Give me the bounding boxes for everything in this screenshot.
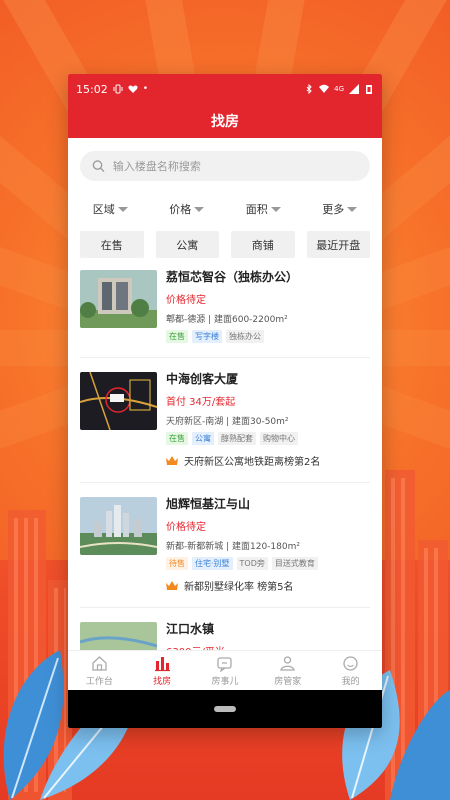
bluetooth-icon <box>306 84 312 94</box>
tab-find-house[interactable]: 找房 <box>137 655 187 687</box>
property-name: 荔恒芯智谷（独栋办公） <box>166 270 299 284</box>
filter-more[interactable]: 更多 <box>322 201 358 217</box>
heart-icon <box>128 85 138 93</box>
vibrate-icon <box>113 84 123 94</box>
property-price: 首付 34万/套起 <box>166 397 236 408</box>
home-icon <box>92 655 107 671</box>
status-time: 15:02 <box>76 82 108 96</box>
message-icon <box>217 656 233 672</box>
tab-label: 工作台 <box>85 676 113 687</box>
building-chart-icon <box>154 656 170 671</box>
crown-icon <box>166 455 178 465</box>
property-photo <box>80 270 157 328</box>
quick-tag-shop[interactable]: 商铺 <box>231 231 295 258</box>
notification-dot-icon: • <box>142 84 149 94</box>
filter-size[interactable]: 面积 <box>246 201 281 217</box>
tag-type: 住宅·别墅 <box>192 557 233 570</box>
property-address: 新都-新都新城 | 建面120-180m² <box>166 542 300 552</box>
ranking-row[interactable]: 天府新区公寓地铁距离榜第2名 <box>166 453 370 468</box>
search-bar[interactable] <box>80 151 370 181</box>
property-name: 旭辉恒基江与山 <box>166 497 251 511</box>
tab-label: 房事儿 <box>211 676 239 687</box>
property-tags: 待售 住宅·别墅 TOD旁 目送式教育 <box>166 557 370 570</box>
home-gesture-pill[interactable] <box>214 706 236 712</box>
tag-feature: 目送式教育 <box>271 557 318 570</box>
ranking-row[interactable]: 新都别墅绿化率 榜第5名 <box>166 578 370 593</box>
system-nav-bar <box>68 690 382 728</box>
tab-label: 房管家 <box>274 676 302 687</box>
tab-mine[interactable]: 我的 <box>326 655 376 687</box>
property-tags: 在售 公寓 醇熟配套 购物中心 <box>166 432 370 445</box>
caret-down-icon <box>117 206 128 212</box>
filter-label: 更多 <box>322 203 345 216</box>
ranking-text: 新都别墅绿化率 榜第5名 <box>184 582 294 593</box>
tag-type: 公寓 <box>192 432 214 445</box>
tag-type: 写字楼 <box>192 330 222 343</box>
property-address: 郫都-德源 | 建面600-2200m² <box>166 315 288 325</box>
property-name: 中海创客大厦 <box>166 372 239 386</box>
search-input[interactable] <box>112 159 358 173</box>
tab-label: 找房 <box>153 676 172 687</box>
quick-filter-tags: 在售 公寓 商铺 最近开盘 <box>68 225 382 268</box>
caret-down-icon <box>347 206 358 212</box>
filter-bar: 区域 价格 面积 更多 <box>68 189 382 225</box>
property-card[interactable]: 中海创客大厦 首付 34万/套起 天府新区-南湖 | 建面30-50m² 在售 … <box>80 370 370 483</box>
property-name: 江口水镇 <box>166 622 215 636</box>
wifi-icon <box>319 84 330 93</box>
filter-label: 区域 <box>92 203 115 216</box>
property-list: 荔恒芯智谷（独栋办公） 价格待定 郫都-德源 | 建面600-2200m² 在售… <box>68 268 382 694</box>
quick-tag-on-sale[interactable]: 在售 <box>80 231 144 258</box>
property-address: 天府新区-南湖 | 建面30-50m² <box>166 417 289 427</box>
crown-icon <box>166 580 178 590</box>
signal-icon <box>349 84 359 94</box>
smile-icon <box>343 655 358 671</box>
tag-status: 在售 <box>166 432 188 445</box>
network-label: 4G <box>334 85 344 93</box>
tab-house-matters[interactable]: 房事儿 <box>200 655 250 687</box>
tab-label: 我的 <box>341 676 360 687</box>
tag-status: 待售 <box>166 557 188 570</box>
bottom-tab-bar: 工作台 找房 房事儿 房管家 我的 <box>68 650 382 690</box>
battery-icon <box>366 85 372 94</box>
property-tags: 在售 写字楼 独栋办公 <box>166 330 370 343</box>
tag-feature: 独栋办公 <box>226 330 264 343</box>
property-price: 价格待定 <box>166 295 206 306</box>
quick-tag-recent-opening[interactable]: 最近开盘 <box>306 231 370 258</box>
tab-house-steward[interactable]: 房管家 <box>263 655 313 687</box>
person-icon <box>280 655 296 671</box>
filter-label: 面积 <box>245 203 268 216</box>
property-price: 价格待定 <box>166 522 206 533</box>
tag-feature: 购物中心 <box>260 432 298 445</box>
search-icon <box>92 160 105 172</box>
property-photo <box>80 372 157 430</box>
caret-down-icon <box>270 206 281 212</box>
page-title: 找房 <box>68 104 382 138</box>
ranking-text: 天府新区公寓地铁距离榜第2名 <box>184 457 321 468</box>
tag-feature: TOD旁 <box>236 557 268 570</box>
filter-price[interactable]: 价格 <box>169 201 205 217</box>
quick-tag-apartment[interactable]: 公寓 <box>155 231 219 258</box>
property-card[interactable]: 荔恒芯智谷（独栋办公） 价格待定 郫都-德源 | 建面600-2200m² 在售… <box>80 268 370 358</box>
property-card[interactable]: 旭辉恒基江与山 价格待定 新都-新都新城 | 建面120-180m² 待售 住宅… <box>80 495 370 608</box>
filter-label: 价格 <box>169 203 192 216</box>
caret-down-icon <box>194 206 205 212</box>
tab-workbench[interactable]: 工作台 <box>74 655 124 687</box>
tag-status: 在售 <box>166 330 188 343</box>
phone-screen: 15:02 • 4G 找房 区域 价格 面积 更多 在售 公寓 商铺 最近开盘 <box>68 74 382 728</box>
status-bar: 15:02 • 4G <box>68 74 382 104</box>
tag-feature: 醇熟配套 <box>218 432 256 445</box>
filter-area[interactable]: 区域 <box>93 201 128 217</box>
property-photo <box>80 497 157 555</box>
